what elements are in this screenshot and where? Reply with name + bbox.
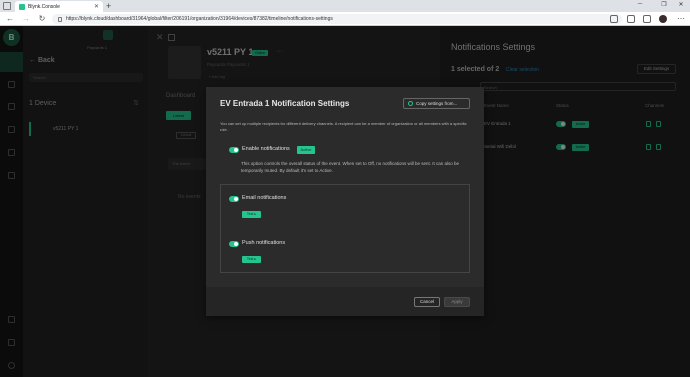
reload-icon[interactable]: ↻ — [37, 14, 47, 24]
enable-notifications-toggle[interactable] — [229, 147, 239, 153]
minimize-button[interactable]: ─ — [633, 1, 647, 7]
copy-settings-button[interactable]: Copy settings from... — [403, 98, 470, 109]
modal-footer: Cancel Apply — [206, 287, 484, 316]
favorites-icon[interactable] — [627, 15, 635, 23]
tab-actions-icon[interactable] — [3, 2, 11, 10]
address-bar[interactable]: https://blynk.cloud/dashboard/31964/glob… — [52, 14, 622, 24]
lock-icon — [58, 16, 62, 22]
browser-tab[interactable]: Blynk.Console ✕ — [15, 1, 103, 12]
copy-icon — [408, 101, 413, 106]
modal-description: You can set up multiple recipients for d… — [220, 121, 467, 132]
email-notifications-toggle[interactable] — [229, 196, 239, 202]
blynk-favicon-icon — [19, 3, 25, 10]
push-notifications-label: Push notifications — [242, 240, 286, 246]
tab-title: Blynk.Console — [28, 3, 60, 10]
back-icon[interactable]: ← — [5, 14, 15, 24]
modal-title: EV Entrada 1 Notification Settings — [220, 99, 350, 108]
profile-avatar[interactable] — [659, 15, 667, 23]
tab-close-icon[interactable]: ✕ — [94, 3, 99, 10]
enable-status-badge: Active — [297, 146, 315, 154]
collections-icon[interactable] — [643, 15, 651, 23]
favorites-add-icon[interactable] — [610, 15, 618, 23]
push-notifications-toggle[interactable] — [229, 241, 239, 247]
cancel-button[interactable]: Cancel — [414, 297, 440, 307]
url-text: https://blynk.cloud/dashboard/31964/glob… — [66, 16, 333, 22]
copy-settings-label: Copy settings from... — [416, 101, 458, 106]
new-tab-button[interactable]: + — [106, 1, 111, 11]
email-test-button[interactable]: Test ▸ — [242, 211, 261, 218]
push-test-button[interactable]: Test ▸ — [242, 256, 261, 263]
enable-description: This option controls the overall status … — [241, 161, 460, 173]
apply-button[interactable]: Apply — [444, 297, 470, 307]
notification-settings-modal: EV Entrada 1 Notification Settings Copy … — [206, 87, 484, 316]
enable-notifications-label: Enable notifications — [242, 146, 290, 152]
window-close-button[interactable]: ✕ — [674, 1, 688, 8]
forward-icon[interactable]: → — [21, 14, 31, 24]
email-notifications-label: Email notifications — [242, 195, 287, 201]
browser-tabbar: Blynk.Console ✕ + ─ ❐ ✕ — [0, 0, 690, 12]
maximize-button[interactable]: ❐ — [657, 1, 671, 8]
browser-menu-icon[interactable]: ⋯ — [676, 14, 686, 24]
browser-toolbar: ← → ↻ https://blynk.cloud/dashboard/3196… — [0, 12, 690, 26]
